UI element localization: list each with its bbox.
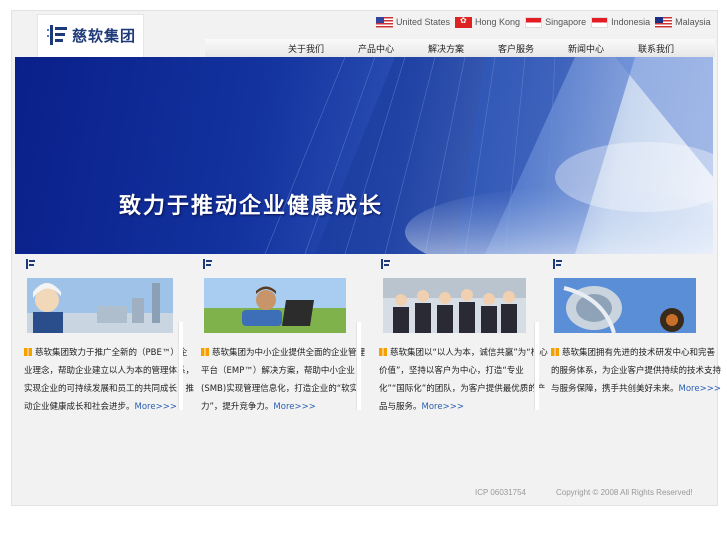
nav-item-4[interactable]: 客户服务 [498, 42, 534, 55]
banner-slogan: 致力于推动企业健康成长 [119, 194, 384, 219]
icp-license[interactable]: ICP 06031754 [475, 488, 526, 497]
main-nav: 关于我们 产品中心 解决方案 客户服务 新闻中心 联系我们 [205, 39, 715, 57]
skyscraper-image [264, 57, 713, 254]
feature-text-3: 慈软集团以“以人为本，诚信共赢”为“核心价值”，坚持以客户为中心，打造“专业化”… [379, 344, 549, 416]
boy-with-laptop-photo[interactable] [204, 278, 346, 333]
country-link-singapore[interactable]: Singapore [525, 16, 587, 28]
my-flag-icon [655, 16, 673, 28]
nav-item-2[interactable]: 产品中心 [358, 42, 394, 55]
feature-text-2: 慈软集团为中小企业提供全面的企业管理平台（EMP™）解决方案，帮助中小企业(SM… [201, 344, 371, 416]
country-label: Malaysia [675, 17, 711, 27]
technology-photo[interactable] [554, 278, 696, 333]
logo-mark-icon [203, 259, 212, 269]
country-label: Indonesia [611, 17, 651, 27]
country-selector: United States Hong Kong Singapore Indone… [376, 14, 716, 30]
nav-item-1[interactable]: 关于我们 [288, 42, 324, 55]
id-flag-icon [591, 16, 609, 28]
bullet-icon [551, 348, 559, 356]
country-link-united-states[interactable]: United States [376, 16, 451, 28]
logo-mark-icon [26, 259, 35, 269]
column-divider [356, 322, 361, 410]
column-divider [178, 322, 183, 410]
country-link-malaysia[interactable]: Malaysia [655, 16, 711, 28]
more-link[interactable]: More>>> [422, 402, 464, 412]
feature-text-1: 慈软集团致力于推广全新的（PBE™）企业理念，帮助企业建立以人为本的管理体系，实… [24, 344, 194, 416]
more-link[interactable]: More>>> [679, 384, 721, 394]
nav-item-5[interactable]: 新闻中心 [568, 42, 604, 55]
column-divider [534, 322, 539, 410]
sg-flag-icon [525, 16, 543, 28]
country-label: Singapore [545, 17, 587, 27]
country-label: United States [396, 17, 451, 27]
business-team-photo[interactable] [383, 278, 526, 333]
more-link[interactable]: More>>> [135, 402, 177, 412]
country-link-hong-kong[interactable]: Hong Kong [455, 16, 521, 28]
feature-text-4: 慈软集团拥有先进的技术研发中心和完善的服务体系，为企业客户提供持续的技术支持与服… [551, 344, 721, 398]
bullet-icon [379, 348, 387, 356]
nav-item-3[interactable]: 解决方案 [428, 42, 464, 55]
us-flag-icon [376, 16, 393, 28]
more-link[interactable]: More>>> [273, 402, 315, 412]
logo-mark-icon [553, 259, 562, 269]
industrial-worker-photo[interactable] [27, 278, 173, 333]
country-label: Hong Kong [475, 17, 521, 27]
bullet-icon [201, 348, 209, 356]
hk-flag-icon [455, 16, 473, 28]
copyright: Copyright © 2008 All Rights Reserved! [556, 488, 693, 497]
logo[interactable]: 慈软集团 [37, 14, 144, 58]
logo-text: 慈软集团 [72, 27, 137, 45]
logo-mark-icon [381, 259, 390, 269]
logo-mark-icon [47, 25, 67, 45]
nav-item-6[interactable]: 联系我们 [638, 42, 674, 55]
country-link-indonesia[interactable]: Indonesia [591, 16, 651, 28]
hero-banner: 致力于推动企业健康成长 [15, 57, 713, 254]
bullet-icon [24, 348, 32, 356]
